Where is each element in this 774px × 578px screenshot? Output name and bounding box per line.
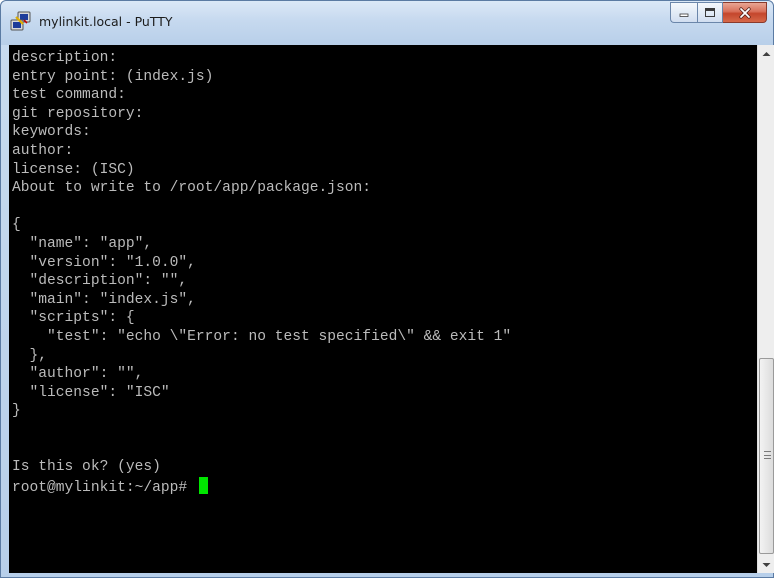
minimize-button[interactable] <box>670 2 697 23</box>
terminal-line: "scripts": { <box>12 310 135 327</box>
close-button[interactable] <box>723 2 767 23</box>
window-controls <box>670 2 767 24</box>
terminal-line: { <box>12 217 21 234</box>
grip-icon <box>764 451 771 459</box>
terminal-line: license: (ISC) <box>12 161 135 178</box>
maximize-icon <box>705 8 715 17</box>
terminal-line: "name": "app", <box>12 235 153 252</box>
terminal-line: "version": "1.0.0", <box>12 254 196 271</box>
close-icon <box>738 6 751 19</box>
putty-icon[interactable] <box>10 11 32 33</box>
terminal-line: "author": "", <box>12 366 144 383</box>
terminal-line: About to write to /root/app/package.json… <box>12 180 372 197</box>
terminal-line: } <box>12 403 21 420</box>
scroll-up-arrow-icon <box>762 51 771 56</box>
terminal-line: git repository: <box>12 105 144 122</box>
terminal-line: }, <box>12 347 48 364</box>
prompt-line[interactable]: root@mylinkit:~/app# <box>12 476 511 496</box>
text-cursor <box>198 476 208 494</box>
terminal-output: description: entry point: (index.js) test … <box>12 49 512 496</box>
terminal-line: test command: <box>12 87 126 104</box>
scroll-down-arrow-icon <box>762 562 771 567</box>
terminal-line: "license": "ISC" <box>12 384 170 401</box>
shell-prompt: root@mylinkit:~/app# <box>12 479 196 496</box>
maximize-button[interactable] <box>697 2 723 23</box>
terminal-line: "description": "", <box>12 273 188 290</box>
putty-window: mylinkit.local - PuTTY description: entr… <box>0 0 774 578</box>
minimize-icon <box>679 13 689 17</box>
scrollbar-thumb[interactable] <box>759 358 774 554</box>
terminal-line: entry point: (index.js) <box>12 68 214 85</box>
scroll-down-button[interactable] <box>758 556 774 573</box>
terminal-line: author: <box>12 142 74 159</box>
terminal-line: description: <box>12 50 118 66</box>
terminal-line: keywords: <box>12 124 91 141</box>
terminal-line: "main": "index.js", <box>12 291 196 308</box>
terminal-line: "test": "echo \"Error: no test specified… <box>12 328 512 345</box>
window-title: mylinkit.local - PuTTY <box>39 14 173 29</box>
terminal-screen[interactable]: description: entry point: (index.js) test … <box>9 45 757 573</box>
vertical-scrollbar[interactable] <box>757 45 774 573</box>
terminal-line: Is this ok? (yes) <box>12 459 161 476</box>
scroll-up-button[interactable] <box>758 45 774 62</box>
title-bar[interactable]: mylinkit.local - PuTTY <box>1 1 773 45</box>
